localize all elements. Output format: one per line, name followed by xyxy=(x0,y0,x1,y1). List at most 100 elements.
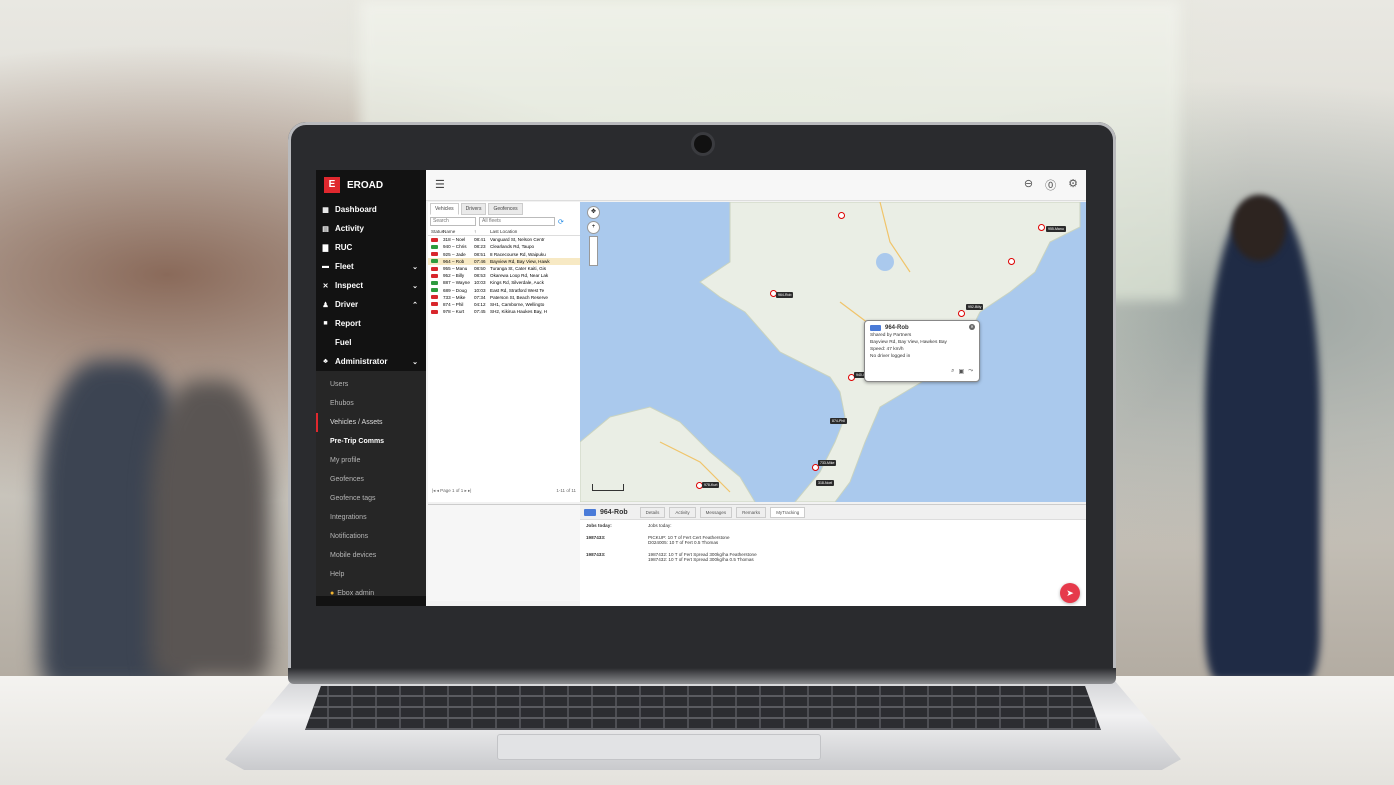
nav-item-report[interactable]: ■ Report xyxy=(316,314,426,333)
job-value: 1987432: 10 T of Fert Spread 300kg/ha Fe… xyxy=(648,552,757,562)
admin-item[interactable]: Pre-Trip Comms xyxy=(316,432,426,451)
pager-controls[interactable]: |◂ ◂ Page 1 of 1 ▸ ▸| xyxy=(432,488,471,494)
map[interactable]: ✥ + 964-Rob 955-Manu 874-Phil 952-Billy … xyxy=(580,202,1086,502)
nav-label: Inspect xyxy=(335,281,364,290)
chevron-icon: ⌃ xyxy=(412,301,418,309)
cell-loc: Clearlands Rd, Taupo xyxy=(490,244,535,250)
map-pin[interactable] xyxy=(838,212,845,219)
status-dot-icon: ● xyxy=(330,590,335,597)
menu-icon[interactable]: ☰ xyxy=(435,178,445,191)
webcam xyxy=(694,135,712,153)
minus-circle-icon[interactable]: ⊖ xyxy=(1024,177,1033,193)
vehicle-label[interactable]: 978-Kurt xyxy=(702,482,720,488)
admin-item-label: Pre-Trip Comms xyxy=(330,438,385,445)
search-input[interactable]: Search xyxy=(430,217,476,226)
nav-item-fleet[interactable]: ▬ Fleet ⌄ xyxy=(316,257,426,276)
tab-mytracking[interactable]: MyTracking xyxy=(770,506,806,518)
refresh-icon[interactable]: ⟳ xyxy=(558,218,564,226)
admin-item-label: Mobile devices xyxy=(330,552,377,559)
route-icon[interactable]: ⤳ xyxy=(968,368,973,375)
brand[interactable]: E EROAD xyxy=(316,170,426,200)
cell-time: 10:03 xyxy=(474,280,486,286)
tab-vehicles[interactable]: Vehicles xyxy=(430,203,459,215)
nav-label: Administrator xyxy=(335,357,388,366)
table-row[interactable]: 318 – Noel 08:41 Vanguard St, Nelson Centr xyxy=(428,236,580,243)
table-row[interactable]: 874 – Phil 04:12 SH1, Camborne, Wellingto xyxy=(428,301,580,308)
cell-time: 08:53 xyxy=(474,273,486,279)
message-icon[interactable]: ▣ xyxy=(959,368,965,375)
nav-label: Dashboard xyxy=(335,205,377,214)
admin-item[interactable]: My profile xyxy=(316,451,426,470)
vehicle-label[interactable]: 318-Noel xyxy=(816,480,835,486)
fleet-select[interactable]: All fleets xyxy=(479,217,555,226)
list-tabs: Vehicles Drivers Geofences xyxy=(428,202,580,215)
popup-title: 964-Rob xyxy=(870,325,974,331)
admin-item[interactable]: Users xyxy=(316,375,426,394)
nav-item-activity[interactable]: ▤ Activity xyxy=(316,219,426,238)
map-pin[interactable] xyxy=(1008,258,1015,265)
close-icon[interactable]: ✕ xyxy=(969,324,975,330)
table-row[interactable]: 940 – Chris 08:23 Clearlands Rd, Taupo xyxy=(428,243,580,250)
cell-loc: Okarewa Loop Rd, Near Lak xyxy=(490,273,549,279)
admin-item[interactable]: Ehubos xyxy=(316,394,426,413)
nav-item-administrator[interactable]: ♣ Administrator ⌄ xyxy=(316,352,426,371)
table-row[interactable]: 733 – Mike 07:34 Paterson St, Beach Reserv… xyxy=(428,294,580,301)
vehicle-label[interactable]: 733-Mike xyxy=(818,460,837,466)
settings-icon[interactable]: ⚙ xyxy=(1068,177,1078,193)
vehicle-label[interactable]: 955-Manu xyxy=(1046,226,1066,232)
status-icon xyxy=(431,266,438,271)
table-row[interactable]: 925 – Jade 08:51 8 Racecourse Rd, Waipuku xyxy=(428,251,580,258)
zoom-icon[interactable]: ⌕ xyxy=(951,368,954,375)
table-row[interactable]: 955 – Manu 08:50 Turanga St, Cater Kaiti, … xyxy=(428,265,580,272)
map-land xyxy=(580,202,1081,502)
tab-remarks[interactable]: Remarks xyxy=(736,506,767,518)
tab-details[interactable]: Details xyxy=(639,506,666,518)
zoom-slider[interactable] xyxy=(589,236,598,266)
table-row[interactable]: 952 – Billy 08:53 Okarewa Loop Rd, Near La… xyxy=(428,272,580,279)
laptop-hinge xyxy=(288,668,1116,684)
tab-drivers[interactable]: Drivers xyxy=(460,203,487,215)
table-row[interactable]: 689 – Doug 10:03 East Rd, Stratford West T… xyxy=(428,287,580,294)
tab-geofences[interactable]: Geofences xyxy=(488,203,523,215)
map-pin[interactable] xyxy=(1038,224,1045,231)
admin-item[interactable]: Help xyxy=(316,565,426,584)
col-sort[interactable]: ↑ xyxy=(474,229,490,234)
tab-activity[interactable]: Activity xyxy=(669,506,696,518)
cell-time: 07:34 xyxy=(474,294,486,300)
admin-item[interactable]: Mobile devices xyxy=(316,546,426,565)
admin-item[interactable]: Notifications xyxy=(316,527,426,546)
admin-item[interactable]: Geofences xyxy=(316,470,426,489)
chevron-icon: ⌄ xyxy=(412,358,418,366)
cell-time: 07:46 xyxy=(474,258,486,264)
zoom-in-icon[interactable]: + xyxy=(587,221,600,234)
admin-item[interactable]: ● Ebox admin xyxy=(316,584,426,603)
vehicle-label[interactable]: 952-Billy xyxy=(966,304,984,310)
cell-time: 08:23 xyxy=(474,244,486,250)
table-row[interactable]: 978 – Kurt 07:45 SH2, Kikirua Haukes Bay, … xyxy=(428,308,580,315)
admin-item[interactable]: Geofence tags xyxy=(316,489,426,508)
map-pin[interactable] xyxy=(958,310,965,317)
admin-item[interactable]: Integrations xyxy=(316,508,426,527)
cell-time: 07:45 xyxy=(474,309,486,315)
nav-item-driver[interactable]: ♟ Driver ⌃ xyxy=(316,295,426,314)
col-last-location[interactable]: Last Location xyxy=(490,229,580,234)
col-name[interactable]: Name xyxy=(443,229,474,234)
pan-control-icon[interactable]: ✥ xyxy=(587,206,600,219)
nav-item-fuel[interactable]: Fuel xyxy=(316,333,426,352)
vehicle-label[interactable]: 964-Rob xyxy=(776,292,794,298)
navigate-fab-icon[interactable]: ➤ xyxy=(1060,583,1080,603)
vehicle-label[interactable]: 874-Phil xyxy=(830,418,847,424)
col-status[interactable]: Status xyxy=(431,229,444,234)
admin-item-label: Geofence tags xyxy=(330,495,376,502)
list-lower-area xyxy=(428,504,581,601)
detail-header: 964-Rob Details Activity Messages Remark… xyxy=(580,505,1086,520)
tab-messages[interactable]: Messages xyxy=(699,506,733,518)
job-value: PICKUP: 10 T of Fert Cert Featherstone D… xyxy=(648,535,730,545)
table-row[interactable]: 964 – Rob 07:46 Bayview Rd, Bay View, Hawk xyxy=(428,257,580,265)
nav-item-ruc[interactable]: ▇ RUC xyxy=(316,238,426,257)
admin-item[interactable]: Vehicles / Assets xyxy=(316,413,426,432)
nav-item-dashboard[interactable]: ▦ Dashboard xyxy=(316,200,426,219)
table-row[interactable]: 887 – Wayne 10:03 Kings Rd, Silverdale, Au… xyxy=(428,279,580,286)
nav-item-inspect[interactable]: ✕ Inspect ⌄ xyxy=(316,276,426,295)
help-icon[interactable]: ⓪ xyxy=(1045,177,1056,193)
